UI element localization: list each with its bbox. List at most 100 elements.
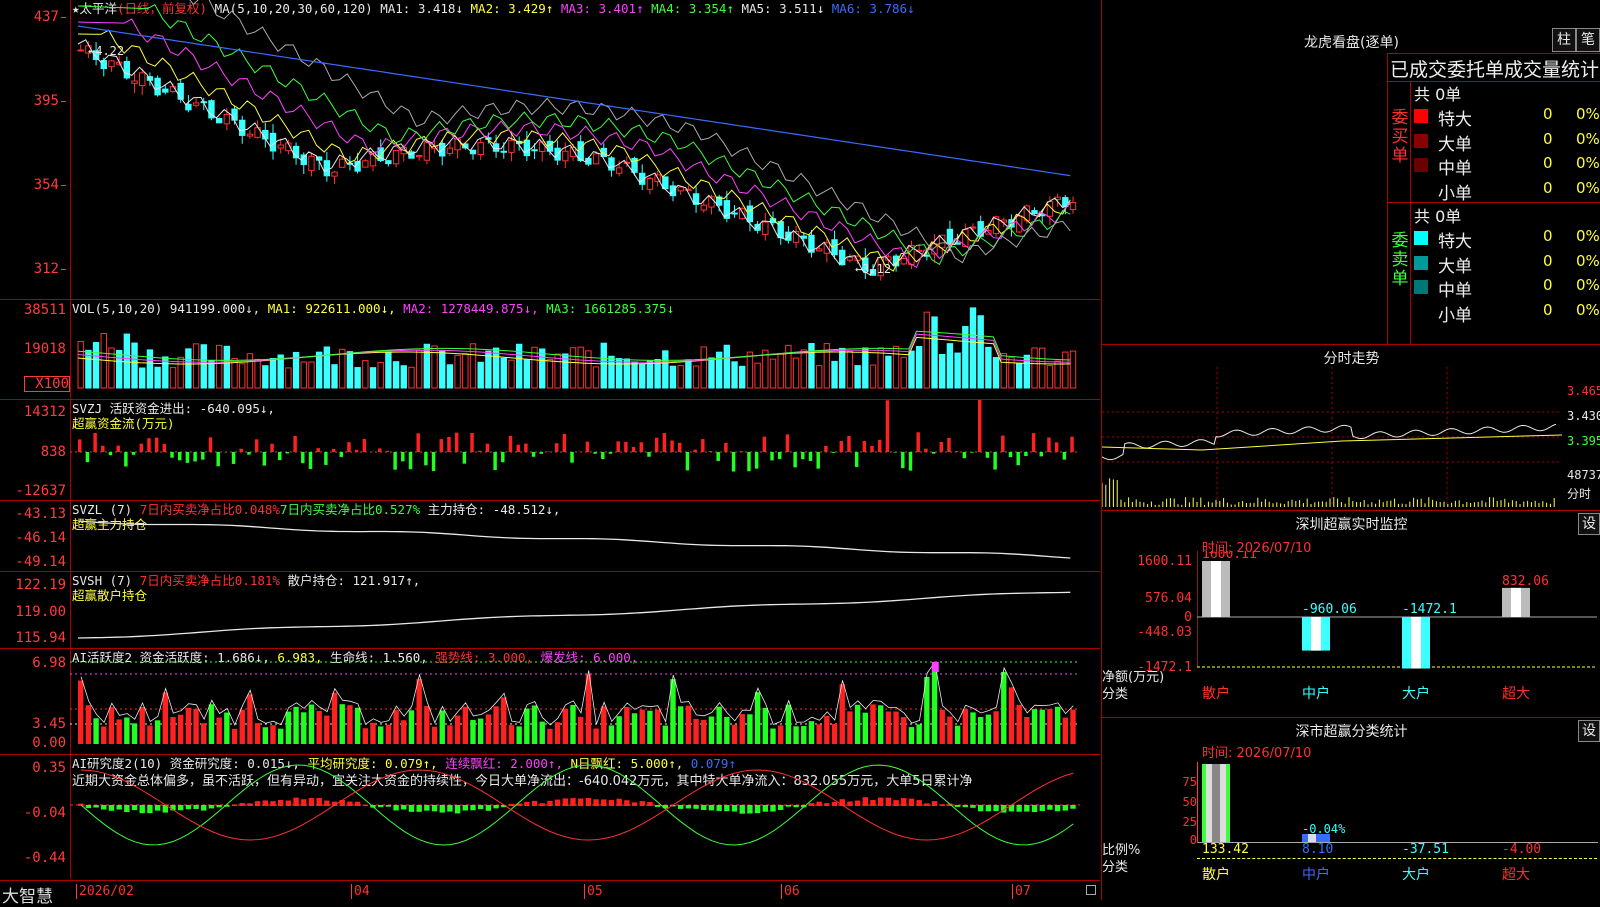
ai-research-panel[interactable]: 0.35 -0.04 -0.44 AI研究度2(10) 资金研究度: 0.015… — [0, 755, 1100, 879]
candlestick-chart[interactable] — [70, 0, 1100, 299]
flow-bar — [393, 452, 396, 470]
flow-bar — [1055, 442, 1058, 452]
intraday-vol-label: 分时 — [1567, 485, 1591, 502]
ma-line — [78, 19, 1070, 267]
ai-active-panel[interactable]: 6.98 3.45 0.00 AI活跃度2 资金活跃度: 1.686↓, 6.9… — [0, 649, 1100, 755]
research-bar — [347, 802, 352, 806]
research-bar — [624, 800, 629, 806]
lock-icon[interactable] — [1086, 885, 1096, 895]
classify-time: 时间: 2026/07/10 — [1202, 742, 1311, 761]
ai-active-tick: 0.00 — [2, 736, 66, 750]
classify-panel: 深市超赢分类统计 设 时间: 2026/07/10 75 50 25 0 比例%… — [1101, 718, 1600, 900]
flow-bar — [386, 451, 389, 452]
candle — [1032, 211, 1037, 214]
candle — [763, 222, 768, 234]
volume-bar — [916, 346, 921, 388]
monitor-settings-button[interactable]: 设 — [1578, 513, 1600, 535]
volume-bar — [686, 360, 691, 388]
intraday-vol: 48737 — [1567, 468, 1600, 482]
activity-bar — [478, 719, 483, 744]
research-bar — [432, 805, 437, 811]
classify-value: -4.00 — [1502, 842, 1541, 857]
activity-bar — [655, 710, 660, 744]
activity-bar — [809, 721, 814, 744]
price-panel[interactable]: 437 395 354 312 ★太平洋(日线，前复权) MA(5,10,20,… — [0, 0, 1100, 300]
flow-bar — [516, 445, 519, 452]
flow-bar — [409, 452, 412, 469]
flow-bar — [670, 441, 673, 452]
activity-bar — [340, 704, 345, 744]
flow-bar — [255, 439, 258, 452]
candle — [755, 224, 760, 230]
candle — [524, 140, 529, 155]
research-bar — [732, 805, 737, 812]
flow-bar — [463, 452, 466, 464]
volume-bar — [286, 368, 291, 388]
svzj-tick: -12637 — [2, 484, 66, 498]
research-bar — [655, 805, 660, 807]
candle — [270, 133, 275, 151]
order-cell: 0% — [1576, 154, 1600, 172]
research-bar — [301, 799, 306, 806]
activity-bar — [270, 725, 275, 744]
svzj-chart — [70, 400, 1100, 500]
flow-bar — [555, 443, 558, 452]
flow-bar — [532, 452, 535, 457]
flow-bar — [886, 400, 889, 452]
volume-panel[interactable]: 38511 19018 X100 VOL(5,10,20) 941199.000… — [0, 300, 1100, 400]
time-axis: 大智慧 2026/02 04 05 06 07 — [0, 880, 1100, 901]
classify-bar-retail — [1202, 764, 1230, 842]
intraday-chart[interactable] — [1102, 367, 1572, 507]
research-bar — [509, 804, 514, 806]
flow-bar — [847, 436, 850, 452]
volume-bar — [632, 362, 637, 388]
candle — [824, 243, 829, 253]
candle — [470, 150, 475, 154]
candle — [732, 213, 737, 214]
volume-bar — [363, 361, 368, 388]
volume-tick: 38511 — [2, 303, 66, 317]
intraday-panel[interactable]: 分时走势 3.465 3.430 3.395 48737 分时 — [1101, 345, 1600, 511]
activity-bar — [786, 705, 791, 744]
volume-bar — [255, 359, 260, 388]
flow-bar — [786, 434, 789, 452]
activity-bar — [1016, 705, 1021, 744]
ai-research-tick: -0.04 — [2, 806, 66, 820]
research-bar — [686, 805, 691, 808]
research-bar — [909, 799, 914, 806]
bar-view-button[interactable]: 柱 — [1552, 28, 1576, 52]
research-bar — [401, 805, 406, 809]
activity-bar — [124, 718, 129, 744]
flow-bar — [124, 452, 127, 466]
flow-bar — [693, 450, 696, 452]
candle — [324, 161, 329, 176]
monitor-category: 中户 — [1302, 683, 1330, 703]
svzl-panel[interactable]: -43.13 -46.14 -49.14 SVZL (7) 7日内买卖净占比0.… — [0, 501, 1100, 572]
flow-bar — [101, 446, 104, 452]
activity-bar — [909, 727, 914, 744]
research-bar — [616, 799, 621, 806]
research-bar — [740, 805, 745, 814]
activity-bar — [1032, 709, 1037, 744]
activity-bar — [632, 713, 637, 744]
research-bar — [532, 801, 537, 806]
research-bar — [240, 803, 245, 806]
research-bar — [455, 805, 460, 813]
classify-settings-button[interactable]: 设 — [1578, 720, 1600, 742]
activity-bar — [393, 710, 398, 744]
volume-bar — [647, 361, 652, 388]
flow-bar — [601, 452, 604, 459]
activity-bar — [409, 710, 414, 744]
research-bar — [632, 802, 637, 806]
classify-value: -37.51 — [1402, 842, 1449, 857]
svsh-panel[interactable]: 122.19 119.00 115.94 SVSH (7) 7日内买卖净占比0.… — [0, 572, 1100, 649]
flow-bar — [163, 444, 166, 452]
tick-view-button[interactable]: 笔 — [1576, 28, 1600, 52]
flow-bar — [763, 437, 766, 452]
volume-bar — [378, 362, 383, 388]
svzj-panel[interactable]: 14312 838 -12637 SVZJ 活跃资金进出: -640.095↓,… — [0, 400, 1100, 501]
activity-bar — [870, 704, 875, 744]
volume-bar — [170, 368, 175, 388]
flow-bar — [524, 444, 527, 452]
research-bar — [924, 803, 929, 806]
